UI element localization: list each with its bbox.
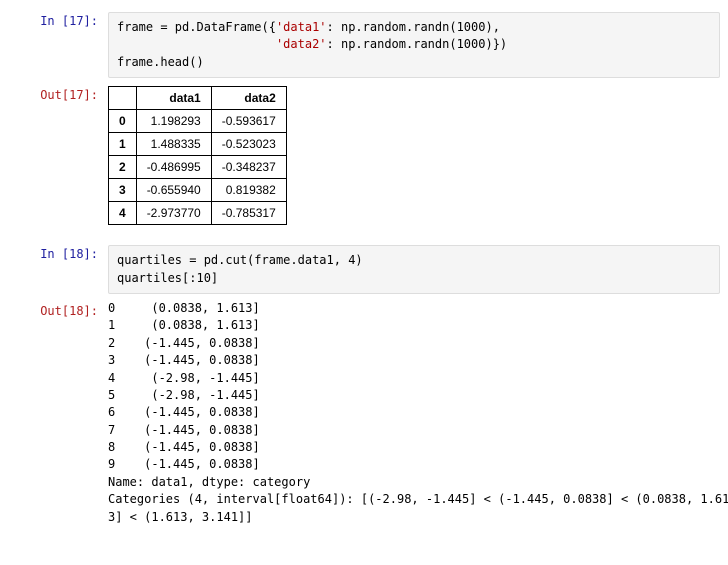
input-cell-18: In [18]: quartiles = pd.cut(frame.data1,… bbox=[8, 241, 720, 294]
cell-value: -0.486995 bbox=[136, 156, 211, 179]
table-corner bbox=[109, 87, 137, 110]
cell-value: 0.819382 bbox=[211, 179, 286, 202]
cell-value: -0.523023 bbox=[211, 133, 286, 156]
table-row: 1 1.488335 -0.523023 bbox=[109, 133, 287, 156]
cell-value: 1.198293 bbox=[136, 110, 211, 133]
row-index: 3 bbox=[109, 179, 137, 202]
dataframe-table: data1 data2 0 1.198293 -0.593617 1 1.488… bbox=[108, 86, 287, 225]
row-index: 4 bbox=[109, 202, 137, 225]
cell-value: -2.973770 bbox=[136, 202, 211, 225]
cell-value: -0.348237 bbox=[211, 156, 286, 179]
column-header: data2 bbox=[211, 87, 286, 110]
table-row: 0 1.198293 -0.593617 bbox=[109, 110, 287, 133]
output-content: data1 data2 0 1.198293 -0.593617 1 1.488… bbox=[108, 82, 720, 237]
code-content: quartiles = pd.cut(frame.data1, 4) quart… bbox=[108, 241, 720, 294]
input-prompt: In [18]: bbox=[8, 241, 108, 294]
table-row: 2 -0.486995 -0.348237 bbox=[109, 156, 287, 179]
cell-value: -0.593617 bbox=[211, 110, 286, 133]
row-index: 2 bbox=[109, 156, 137, 179]
row-index: 1 bbox=[109, 133, 137, 156]
cell-value: 1.488335 bbox=[136, 133, 211, 156]
code-input[interactable]: quartiles = pd.cut(frame.data1, 4) quart… bbox=[108, 245, 720, 294]
input-cell-17: In [17]: frame = pd.DataFrame({'data1': … bbox=[8, 8, 720, 78]
table-row: 4 -2.973770 -0.785317 bbox=[109, 202, 287, 225]
output-prompt: Out[18]: bbox=[8, 298, 108, 534]
column-header: data1 bbox=[136, 87, 211, 110]
input-prompt: In [17]: bbox=[8, 8, 108, 78]
output-cell-17: Out[17]: data1 data2 0 1.198293 -0.59361… bbox=[8, 82, 720, 237]
output-cell-18: Out[18]: 0 (0.0838, 1.613] 1 (0.0838, 1.… bbox=[8, 298, 720, 534]
code-content: frame = pd.DataFrame({'data1': np.random… bbox=[108, 8, 720, 78]
code-input[interactable]: frame = pd.DataFrame({'data1': np.random… bbox=[108, 12, 720, 78]
row-index: 0 bbox=[109, 110, 137, 133]
cell-value: -0.655940 bbox=[136, 179, 211, 202]
cell-value: -0.785317 bbox=[211, 202, 286, 225]
output-prompt: Out[17]: bbox=[8, 82, 108, 237]
output-text: 0 (0.0838, 1.613] 1 (0.0838, 1.613] 2 (-… bbox=[108, 298, 728, 534]
table-row: 3 -0.655940 0.819382 bbox=[109, 179, 287, 202]
